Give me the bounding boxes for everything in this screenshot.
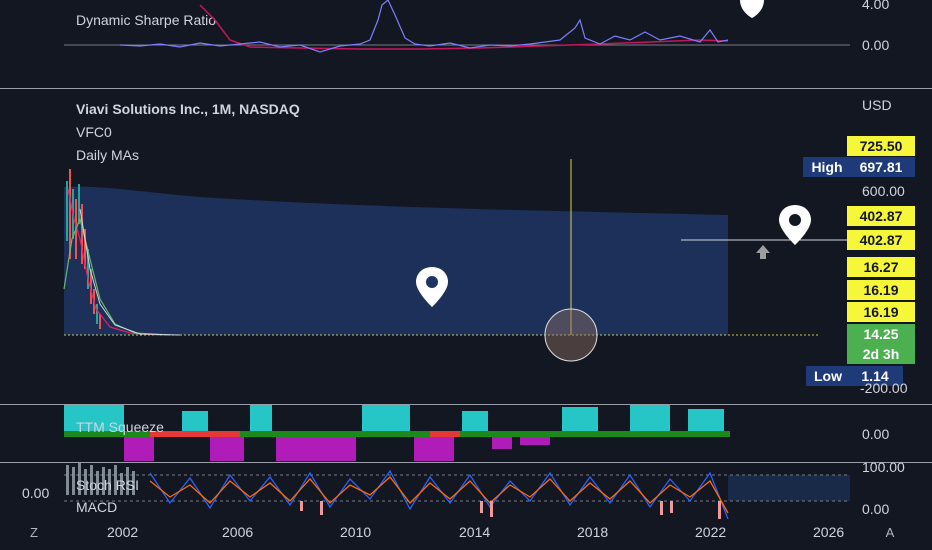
sharpe-axis-top: 4.00 — [862, 0, 890, 12]
stoch-axis-zero: 0.00 — [862, 501, 890, 517]
ttm-axis-zero: 0.00 — [862, 426, 890, 442]
crosshair-highlight — [544, 308, 598, 362]
map-pin-icon[interactable] — [775, 203, 815, 247]
sharpe-pane[interactable]: Dynamic Sharpe Ratio — [0, 0, 850, 88]
indicator-daily-mas[interactable]: Daily MAs — [76, 147, 139, 163]
ttm-legend[interactable]: TTM Squeeze — [76, 419, 164, 435]
sharpe-line — [119, 0, 729, 53]
macd-legend[interactable]: MACD — [76, 499, 117, 515]
time-label-2022: 2022 — [695, 524, 727, 540]
countdown-tag: 2d 3h — [847, 344, 915, 364]
stoch-pane[interactable]: Stoch RSI MACD 0.00 — [0, 463, 850, 520]
map-pin-icon[interactable] — [732, 0, 772, 30]
sharpe-ma-line — [199, 4, 729, 50]
time-label-2010: 2010 — [340, 524, 372, 540]
low-label-tag: Low — [806, 366, 850, 386]
map-pin-icon[interactable] — [412, 265, 452, 309]
main-pane[interactable]: Viavi Solutions Inc., 1M, NASDAQ VFC0 Da… — [0, 89, 850, 404]
main-axis-600: 600.00 — [862, 183, 905, 199]
main-chart — [63, 159, 850, 362]
sharpe-axis-zero: 0.00 — [862, 37, 890, 53]
time-label-2014: 2014 — [459, 524, 491, 540]
arrow-up-icon — [756, 245, 770, 259]
main-axis-neg200: -200.00 — [860, 380, 908, 396]
stoch-k-line — [149, 469, 729, 520]
auto-scale-button[interactable]: A — [879, 522, 901, 544]
current-price-tag: 14.25 — [847, 324, 915, 344]
stoch-axis-100: 100.00 — [862, 459, 905, 475]
price-tag-1: 16.27 — [847, 257, 915, 277]
price-tag-top: 725.50 — [847, 136, 915, 156]
sharpe-chart — [64, 0, 850, 53]
level-tag-1: 402.87 — [847, 206, 915, 226]
currency-label[interactable]: USD — [862, 97, 892, 113]
symbol-title[interactable]: Viavi Solutions Inc., 1M, NASDAQ — [76, 101, 300, 117]
price-tag-2: 16.19 — [847, 280, 915, 300]
zoom-button[interactable]: Z — [23, 522, 45, 544]
high-value-tag: 697.81 — [847, 157, 915, 177]
level-tag-2: 402.87 — [847, 230, 915, 250]
time-label-2002: 2002 — [107, 524, 139, 540]
stoch-d-line — [149, 476, 729, 514]
channel-band — [64, 186, 728, 335]
time-label-2006: 2006 — [222, 524, 254, 540]
stoch-rsi-legend[interactable]: Stoch RSI — [76, 477, 139, 493]
time-label-2018: 2018 — [577, 524, 609, 540]
price-tag-3: 16.19 — [847, 302, 915, 322]
high-label-tag: High — [803, 157, 851, 177]
indicator-vfc0[interactable]: VFC0 — [76, 124, 112, 140]
time-label-2026: 2026 — [813, 524, 845, 540]
stoch-left-value: 0.00 — [22, 485, 50, 501]
ttm-pane[interactable]: TTM Squeeze — [0, 405, 850, 462]
